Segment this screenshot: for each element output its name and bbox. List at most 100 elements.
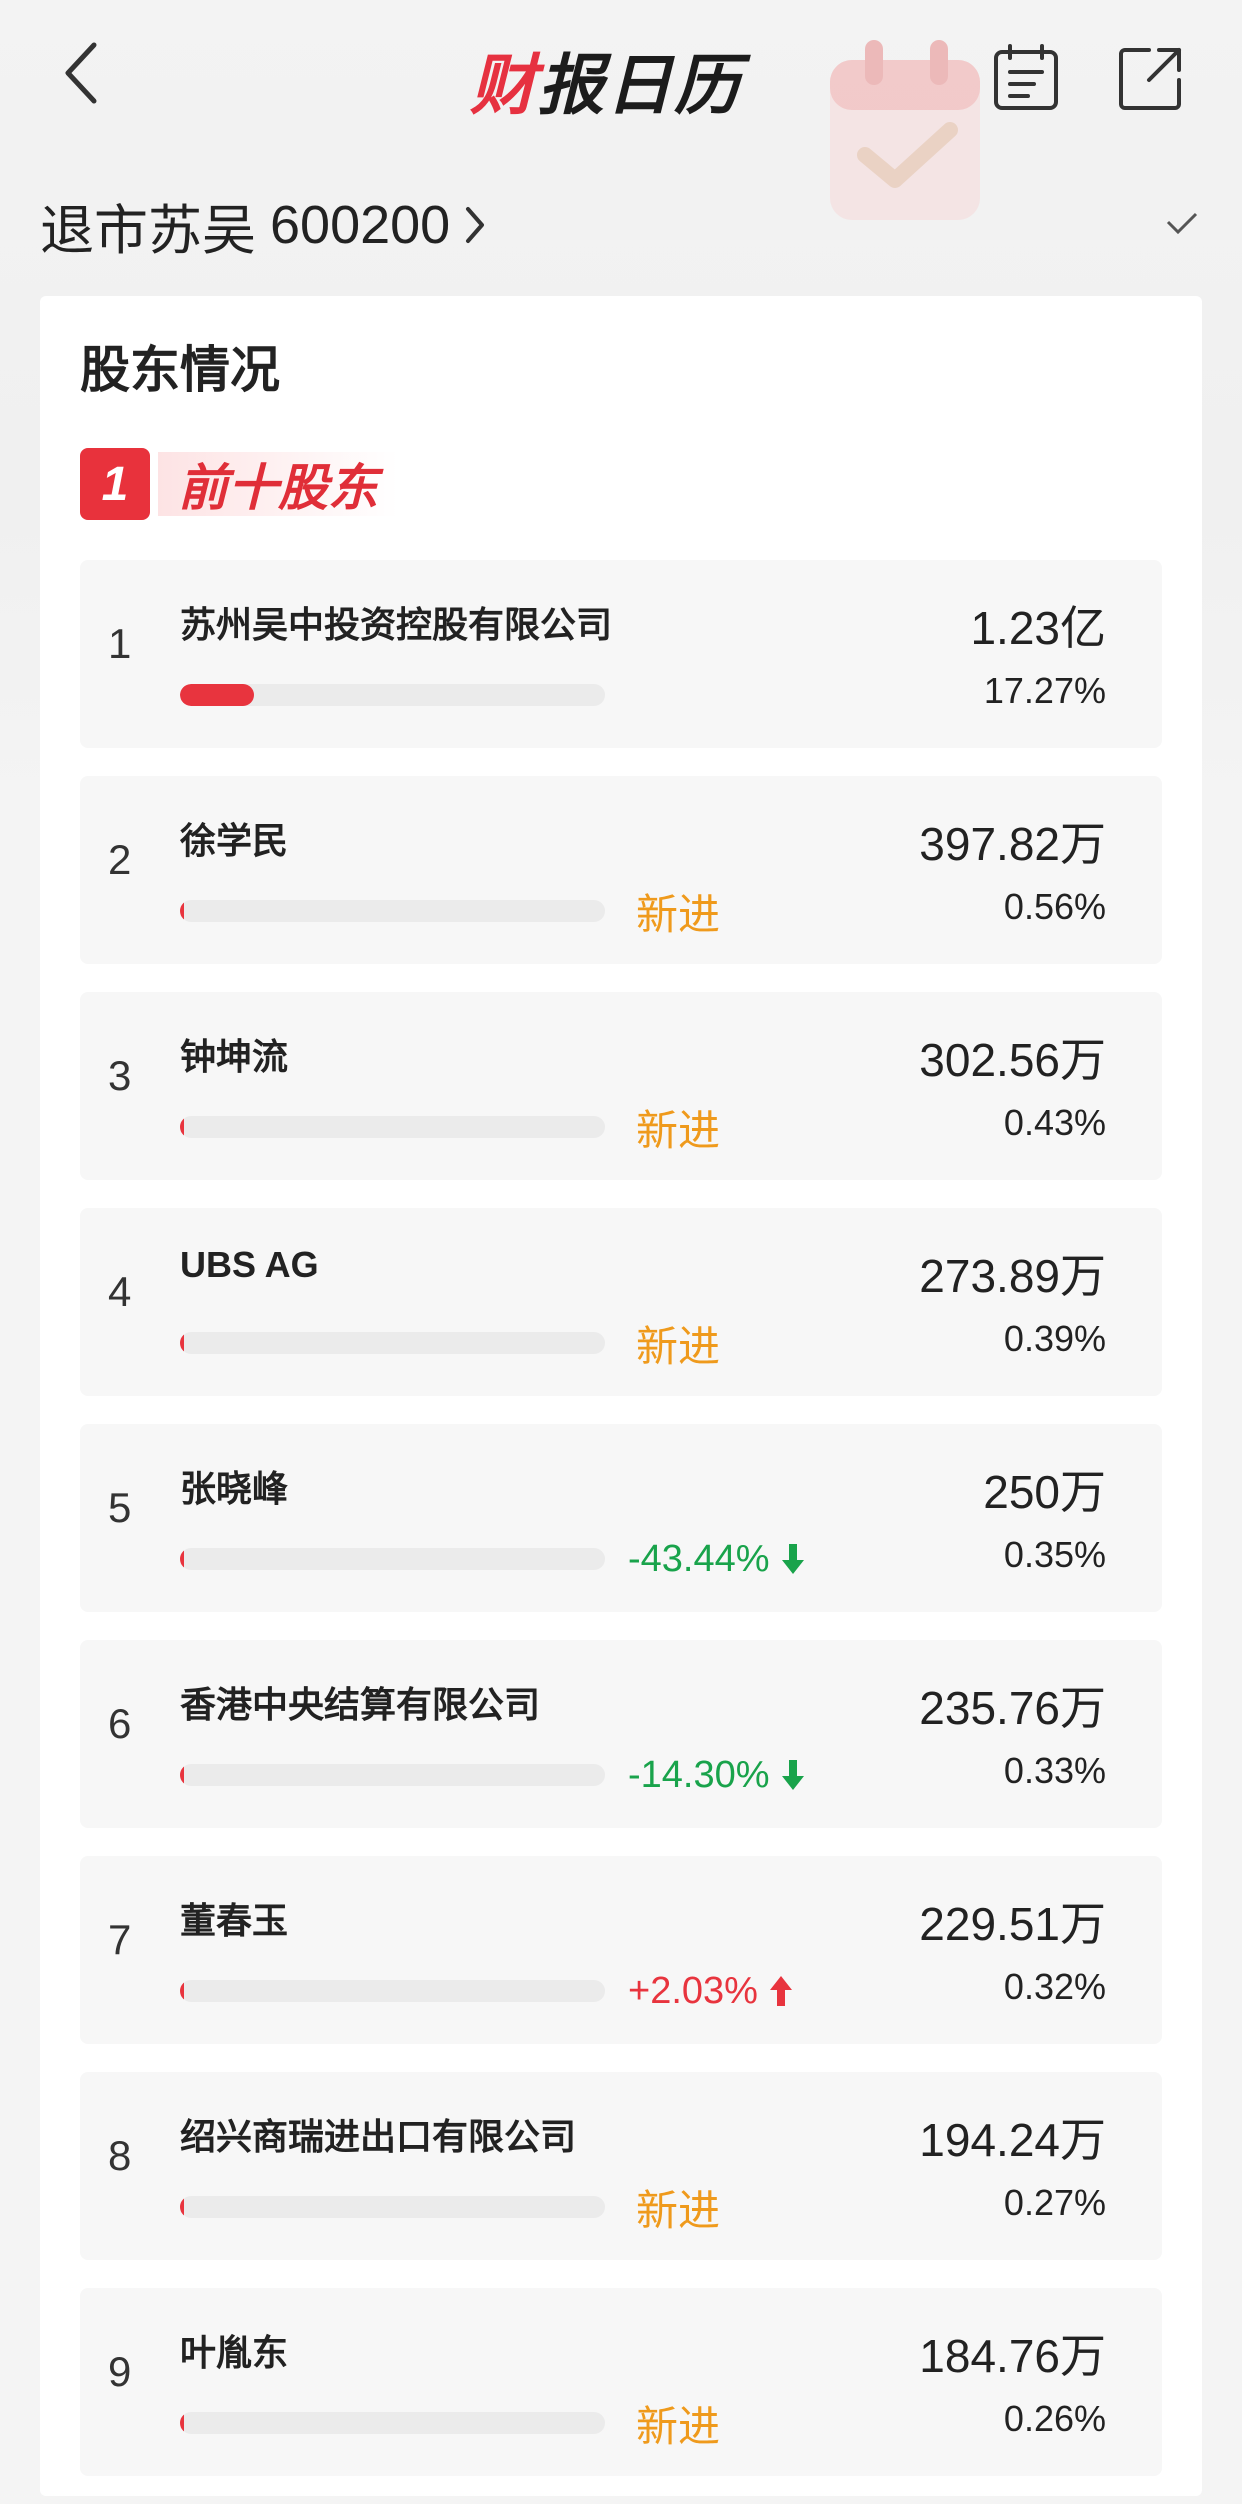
change-indicator: -43.44% [628,1532,806,1586]
stock-code: 600200 [270,195,451,255]
shareholder-row[interactable]: 1 苏州吴中投资控股有限公司 1.23亿 17.27% [80,560,1162,748]
shareholder-row[interactable]: 2 徐学民 新进 397.82万 0.56% [80,776,1162,964]
checkmark-icon [1166,212,1198,235]
rank-number: 7 [108,1916,132,1963]
share-external-icon[interactable] [1115,42,1187,114]
shareholder-row[interactable]: 8 绍兴商瑞进出口有限公司 新进 194.24万 0.27% [80,2072,1162,2260]
holding-percent: 0.32% [1003,1966,1106,2007]
holding-percent: 0.39% [1003,1318,1106,1359]
change-text: -43.44% [628,1537,770,1580]
change-text: -14.30% [628,1753,770,1796]
arrow-up-icon [769,1976,792,2006]
change-badge: 新进 [636,2180,720,2234]
chevron-left-icon [65,42,97,104]
holding-bar-track [180,1548,605,1570]
rank-number: 5 [108,1484,132,1531]
shareholder-name: UBS AG [180,1244,319,1285]
holding-percent: 0.26% [1003,2398,1106,2439]
holding-bar-track [180,900,605,922]
change-text: 新进 [636,890,721,938]
holding-bar-fill [180,1980,185,2002]
holding-bar-track [180,684,605,706]
holding-bar-track [180,2412,605,2434]
holding-amount: 194.24万 [919,2114,1106,2166]
holding-bar-fill [180,2412,185,2434]
holding-bar-track [180,2196,605,2218]
change-text: 新进 [636,2402,721,2450]
logo-text-accent: 财 [470,47,538,124]
change-text: 新进 [636,2186,721,2234]
shareholder-row[interactable]: 4 UBS AG 新进 273.89万 0.39% [80,1208,1162,1396]
shareholder-name: 苏州吴中投资控股有限公司 [180,604,613,645]
holding-bar-track [180,1116,605,1138]
stock-name: 退市苏吴 [40,200,256,261]
holding-bar-fill [180,1548,185,1570]
shareholder-row[interactable]: 7 董春玉 +2.03% 229.51万 0.32% [80,1856,1162,2044]
stock-selector[interactable]: 退市苏吴 600200 [40,190,486,261]
rank-number: 8 [108,2132,132,2179]
holding-amount: 235.76万 [919,1682,1106,1734]
change-text: +2.03% [628,1969,758,2012]
rank-number: 4 [108,1268,132,1315]
holding-bar-fill [180,1116,185,1138]
change-badge: 新进 [636,2396,720,2450]
holding-amount: 184.76万 [919,2330,1106,2382]
shareholder-name: 绍兴商瑞进出口有限公司 [180,2116,577,2157]
holding-bar-fill [180,1764,185,1786]
shareholder-name: 张晓峰 [180,1468,289,1509]
change-badge: 新进 [636,884,720,938]
shareholder-name: 香港中央结算有限公司 [180,1684,541,1725]
arrow-down-icon [781,1544,804,1574]
holding-bar-fill [180,2196,185,2218]
shareholder-name: 叶胤东 [180,2332,289,2373]
holding-percent: 0.43% [1003,1102,1106,1143]
shareholder-list: 1 苏州吴中投资控股有限公司 1.23亿 17.27% 2 徐学民 新进 397… [80,560,1162,2504]
holding-percent: 0.56% [1003,886,1106,927]
chevron-right-icon [464,205,486,245]
holding-bar-fill [180,684,255,706]
top-header: 财报日历 [0,0,1242,160]
logo-text: 报日历 [538,47,742,124]
shareholder-row[interactable]: 9 叶胤东 新进 184.76万 0.26% [80,2288,1162,2476]
holding-percent: 0.27% [1003,2182,1106,2223]
holding-percent: 0.35% [1003,1534,1106,1575]
change-text: 新进 [636,1322,721,1370]
change-badge: 新进 [636,1316,720,1370]
app-logo: 财报日历 [470,40,742,124]
shareholder-name: 董春玉 [180,1900,289,1941]
change-badge: 新进 [636,1100,720,1154]
holding-amount: 302.56万 [919,1034,1106,1086]
holding-bar-fill [180,1332,185,1354]
holding-amount: 250万 [983,1466,1106,1518]
rank-number: 1 [108,620,132,667]
holding-amount: 229.51万 [919,1898,1106,1950]
shareholder-row[interactable]: 6 香港中央结算有限公司 -14.30% 235.76万 0.33% [80,1640,1162,1828]
arrow-down-icon [781,1760,804,1790]
holding-percent: 17.27% [983,670,1106,711]
rank-number: 2 [108,836,132,883]
holding-amount: 397.82万 [919,818,1106,870]
holding-amount: 273.89万 [919,1250,1106,1302]
change-text: 新进 [636,1106,721,1154]
shareholder-row[interactable]: 5 张晓峰 -43.44% 250万 0.35% [80,1424,1162,1612]
rank-number: 3 [108,1052,132,1099]
sub-section-label: 前十股东 [158,452,398,516]
holding-bar-fill [180,900,185,922]
back-button[interactable] [50,38,110,108]
rank-number: 6 [108,1700,132,1747]
shareholders-card: 股东情况 1 前十股东 1 苏州吴中投资控股有限公司 1.23亿 17.27% … [40,296,1202,2496]
shareholder-row[interactable]: 3 钟坤流 新进 302.56万 0.43% [80,992,1162,1180]
change-indicator: +2.03% [628,1964,794,2018]
sub-section-number: 1 [80,448,150,520]
change-indicator: -14.30% [628,1748,806,1802]
shareholder-name: 徐学民 [180,820,289,861]
holding-bar-track [180,1764,605,1786]
top-ten-header: 1 前十股东 [80,448,398,520]
holding-percent: 0.33% [1003,1750,1106,1791]
section-title: 股东情况 [80,342,280,398]
shareholder-name: 钟坤流 [180,1036,289,1077]
calendar-list-icon[interactable] [990,42,1062,114]
rank-number: 9 [108,2348,132,2395]
holding-bar-track [180,1980,605,2002]
holding-amount: 1.23亿 [970,602,1106,654]
